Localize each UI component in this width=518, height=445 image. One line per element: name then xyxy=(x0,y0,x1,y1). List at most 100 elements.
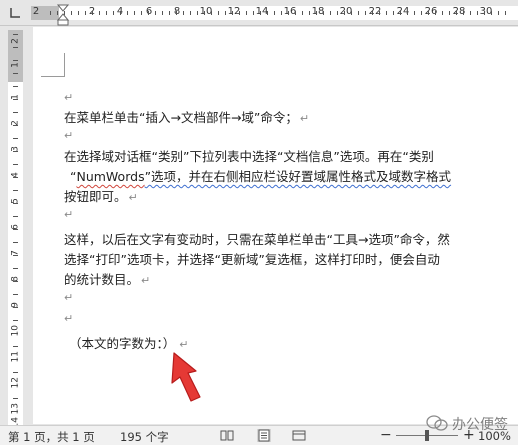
paragraph-line-9[interactable]: 的统计数目。 ↵ xyxy=(64,269,150,288)
empty-paragraph[interactable]: ↵ xyxy=(64,289,73,304)
ruler-tick xyxy=(211,11,212,15)
vertical-ruler-tick xyxy=(13,177,18,178)
ruler-tick xyxy=(365,11,366,15)
vertical-ruler-tick xyxy=(13,281,18,282)
page-count-status[interactable]: 第 1 页，共 1 页 xyxy=(8,429,95,445)
ruler-tick xyxy=(470,11,471,15)
paragraph-text: 的统计数目。 xyxy=(64,272,140,287)
vruler-number: 6 xyxy=(10,224,21,230)
vertical-ruler-tick xyxy=(13,398,18,399)
ruler-tick xyxy=(393,11,394,15)
vertical-ruler-tick xyxy=(13,229,18,230)
text-boundary-corner-mark xyxy=(41,53,65,77)
indent-marker-icon[interactable] xyxy=(57,4,69,26)
vertical-ruler-tick xyxy=(13,372,18,373)
ruler-tick xyxy=(197,11,198,15)
ruler-tick xyxy=(407,11,408,15)
vertical-ruler-tick xyxy=(13,125,18,126)
ruler-number: 2 xyxy=(32,6,40,17)
vertical-ruler[interactable]: 2 1 1 2 3 4 5 6 7 8 9 10 11 12 13 14 xyxy=(0,26,30,429)
ruler-tick xyxy=(428,11,429,15)
ruler-tick xyxy=(218,11,219,15)
ruler-tick xyxy=(442,11,443,15)
ruler-tick xyxy=(253,11,254,15)
ruler-tick xyxy=(148,11,149,15)
ruler-tick xyxy=(295,11,296,15)
paragraph-line-1[interactable]: 在菜单栏单击“插入→文档部件→域”命令； ↵ xyxy=(64,107,309,126)
ruler-tick xyxy=(400,11,401,15)
watermark: 办公便签 xyxy=(426,410,518,445)
vertical-ruler-tick xyxy=(13,307,18,308)
vertical-ruler-tick xyxy=(13,60,18,61)
ruler-tick xyxy=(323,11,324,15)
ruler-tick xyxy=(113,11,114,15)
vertical-ruler-tick xyxy=(13,320,18,321)
vertical-ruler-tick xyxy=(13,73,18,74)
vruler-number: 2 xyxy=(10,38,21,44)
vertical-ruler-tick xyxy=(13,190,18,191)
empty-paragraph[interactable]: ↵ xyxy=(64,310,73,325)
vertical-ruler-tick xyxy=(13,294,18,295)
word-count-status[interactable]: 195 个字 xyxy=(120,429,169,445)
vruler-number: 13 xyxy=(10,403,21,415)
document-page[interactable]: ↵ 在菜单栏单击“插入→文档部件→域”命令； ↵ ↵ 在选择域对话框“类别”下拉列… xyxy=(33,27,518,424)
horizontal-ruler[interactable]: 2 2 4 6 8 10 12 14 16 18 20 22 24 26 28 … xyxy=(0,0,518,26)
word-count-field[interactable]: （本文的字数为：） xyxy=(69,336,175,351)
ruler-tick xyxy=(162,11,163,15)
paragraph-line-4[interactable]: “NumWords”选项，并在右侧相应栏设好置域属性格式及域数字格式 xyxy=(70,166,451,185)
ruler-tick xyxy=(316,11,317,15)
paragraph-line-7[interactable]: 这样，以后在文字有变动时，只需在菜单栏单击“工具→选项”命令，然 xyxy=(64,229,450,248)
ruler-tick xyxy=(414,11,415,15)
paragraph-mark: ↵ xyxy=(128,191,138,204)
ruler-tick xyxy=(498,11,499,15)
ruler-tick xyxy=(92,11,93,15)
chat-logo-icon xyxy=(426,415,448,431)
vruler-number: 3 xyxy=(10,146,21,152)
tab-stop-selector-icon[interactable] xyxy=(9,7,21,19)
ruler-tick xyxy=(134,11,135,15)
vertical-ruler-tick xyxy=(13,411,18,412)
ruler-tick xyxy=(449,11,450,15)
vruler-number: 10 xyxy=(10,325,21,337)
vruler-number: 7 xyxy=(10,250,21,256)
spellcheck-flagged-word[interactable]: NumWords xyxy=(76,169,144,184)
ruler-tick xyxy=(358,11,359,15)
ruler-number: 8 xyxy=(173,6,181,17)
vertical-ruler-tick xyxy=(13,268,18,269)
ruler-number: 6 xyxy=(145,6,153,17)
empty-paragraph[interactable]: ↵ xyxy=(64,127,73,142)
vertical-ruler-tick xyxy=(13,216,18,217)
ruler-tick xyxy=(71,11,72,15)
paragraph-line-5[interactable]: 按钮即可。 ↵ xyxy=(64,186,138,205)
ruler-tick xyxy=(141,11,142,15)
paragraph-text: 在选择域对话框“类别”下拉列表中选择“文档信息”选项。再在“类别 xyxy=(64,149,434,164)
zoom-out-button[interactable]: − xyxy=(380,427,392,443)
vertical-ruler-tick xyxy=(13,138,18,139)
vruler-number: 12 xyxy=(10,377,21,389)
vruler-number: 9 xyxy=(10,302,21,308)
paragraph-line-8[interactable]: 选择“打印”选项卡，并选择“更新域”复选框，这样打印时，便会自动 xyxy=(64,249,440,268)
ruler-tick xyxy=(155,11,156,15)
vertical-ruler-tick xyxy=(13,242,18,243)
ruler-tick xyxy=(463,11,464,15)
ruler-tick xyxy=(239,11,240,15)
empty-paragraph[interactable]: ↵ xyxy=(64,206,73,221)
vertical-ruler-tick xyxy=(13,112,18,113)
web-layout-icon[interactable] xyxy=(292,429,306,442)
vertical-ruler-tick xyxy=(13,86,18,87)
print-layout-icon[interactable] xyxy=(257,429,271,442)
read-mode-icon[interactable] xyxy=(220,429,234,442)
vruler-number: 5 xyxy=(10,198,21,204)
paragraph-mark: ↵ xyxy=(141,274,151,287)
vertical-ruler-tick xyxy=(13,333,18,334)
vertical-ruler-tick xyxy=(13,346,18,347)
vertical-ruler-tick xyxy=(13,359,18,360)
ruler-tick xyxy=(379,11,380,15)
empty-paragraph[interactable]: ↵ xyxy=(64,89,73,104)
ruler-tick xyxy=(309,11,310,15)
vruler-number: 4 xyxy=(10,172,21,178)
ruler-tick xyxy=(302,11,303,15)
paragraph-line-3[interactable]: 在选择域对话框“类别”下拉列表中选择“文档信息”选项。再在“类别 xyxy=(64,146,434,165)
paragraph-text: 在菜单栏单击“插入→文档部件→域”命令； xyxy=(64,110,298,125)
ruler-tick xyxy=(85,11,86,15)
